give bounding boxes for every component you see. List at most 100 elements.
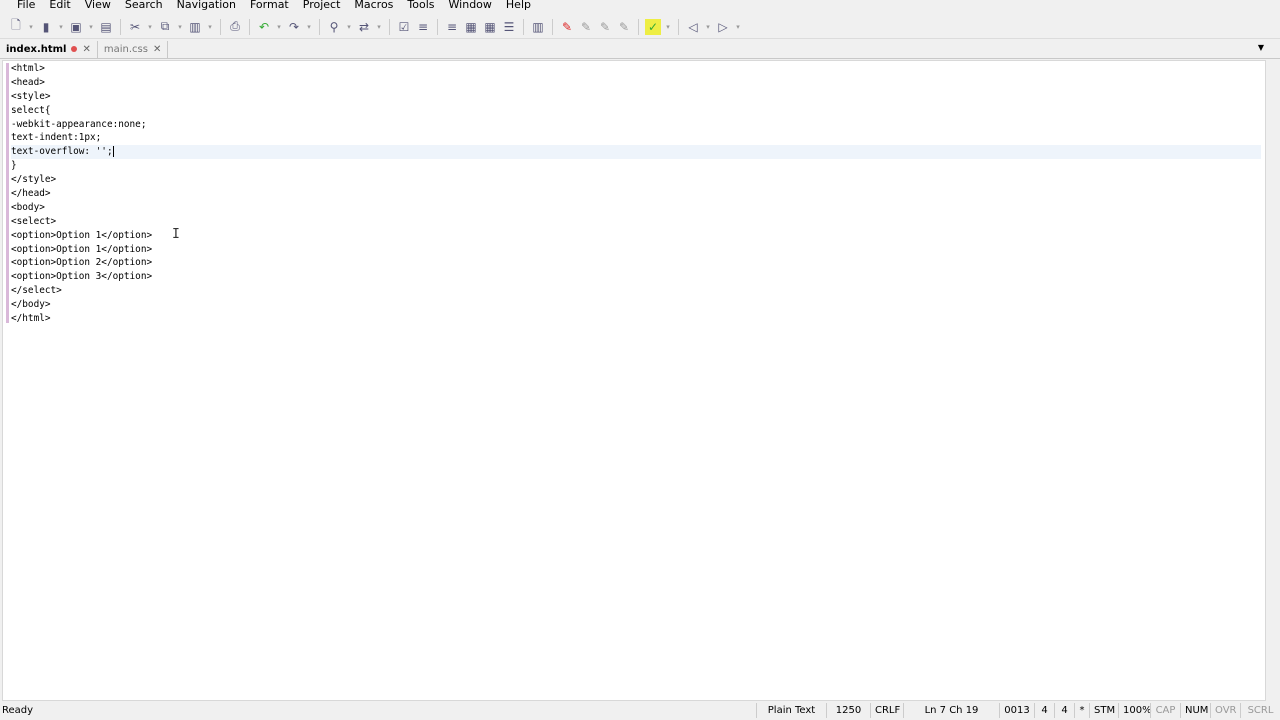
marker-icon[interactable]: ✎ (559, 19, 575, 35)
dropdown-arrow-icon[interactable]: ▾ (27, 23, 35, 31)
code-text: </style> (11, 174, 57, 186)
redo-icon[interactable]: ↷ (286, 19, 302, 35)
open-file-icon[interactable]: ▮ (38, 19, 54, 35)
vertical-scrollbar[interactable] (1266, 60, 1280, 701)
save-all-icon[interactable]: ▤ (98, 19, 114, 35)
highlight3-icon[interactable]: ✎ (616, 19, 632, 35)
find-icon[interactable]: ⚲ (326, 19, 342, 35)
code-line: <style> (11, 90, 1261, 104)
close-tab-icon[interactable]: ✕ (82, 44, 90, 55)
status-syntax[interactable]: Plain Text (756, 703, 826, 718)
tab-list-dropdown-icon[interactable]: ▼ (1258, 43, 1264, 52)
tab-main-css[interactable]: main.css ✕ (98, 40, 169, 58)
code-text: <option>Option 3</option> (11, 271, 153, 283)
block-indent-icon[interactable]: ▦ (463, 19, 479, 35)
status-eol[interactable]: CRLF (870, 703, 903, 718)
dropdown-arrow-icon[interactable]: ▾ (206, 23, 214, 31)
code-text: text-overflow: ''; (11, 146, 113, 158)
menu-navigation[interactable]: Navigation (177, 0, 236, 12)
menu-file[interactable]: File (17, 0, 35, 12)
tab-index-html[interactable]: index.html ✕ (0, 40, 98, 58)
code-text: <style> (11, 90, 51, 102)
paste-icon[interactable]: ▥ (187, 19, 203, 35)
text-caret (112, 146, 114, 158)
columns-icon[interactable]: ▥ (530, 19, 546, 35)
close-tab-icon[interactable]: ✕ (153, 44, 161, 55)
dropdown-arrow-icon[interactable]: ▾ (664, 23, 672, 31)
spellcheck-icon[interactable]: ✓ (645, 18, 661, 35)
code-text: <select> (11, 215, 57, 227)
word-wrap-icon[interactable]: ☑ (396, 19, 412, 35)
tab-bar: index.html ✕ main.css ✕ (0, 40, 1280, 59)
dropdown-arrow-icon[interactable]: ▾ (704, 23, 712, 31)
status-position[interactable]: Ln 7 Ch 19 (903, 703, 999, 718)
code-line: <body> (11, 201, 1261, 215)
code-text: <option>Option 2</option> (11, 257, 153, 269)
status-ovr: OVR (1210, 703, 1240, 718)
dropdown-arrow-icon[interactable]: ▾ (176, 23, 184, 31)
forward-icon[interactable]: ▷ (715, 19, 731, 35)
menu-search[interactable]: Search (125, 0, 163, 12)
undo-icon[interactable]: ↶ (256, 19, 272, 35)
code-text: <body> (11, 201, 45, 213)
highlight2-icon[interactable]: ✎ (597, 19, 613, 35)
toolbar-separator (120, 18, 121, 35)
code-lines: <html> <head> <style> select{-webkit-appear… (11, 62, 1261, 326)
code-text: text-indent:1px; (11, 132, 102, 144)
menu-view[interactable]: View (85, 0, 111, 12)
status-modified: * (1074, 703, 1089, 718)
format-icon[interactable]: ☰ (501, 19, 517, 35)
dropdown-arrow-icon[interactable]: ▾ (146, 23, 154, 31)
indent-icon[interactable]: ≡ (415, 19, 431, 35)
code-text: -webkit-appearance:none; (11, 118, 147, 130)
status-num: NUM (1180, 703, 1210, 718)
highlight-icon[interactable]: ✎ (578, 19, 594, 35)
dropdown-arrow-icon[interactable]: ▾ (57, 23, 65, 31)
status-cap: CAP (1150, 703, 1180, 718)
toolbar-separator (678, 18, 679, 35)
status-zoom[interactable]: 100% (1118, 703, 1152, 718)
copy-icon[interactable]: ⧉ (157, 19, 173, 35)
code-line: </select> (11, 284, 1261, 298)
code-line: text-overflow: ''; (11, 145, 1261, 160)
replace-icon[interactable]: ⇄ (356, 19, 372, 35)
tab-label: index.html (6, 43, 67, 55)
code-line: select{ (11, 104, 1261, 118)
code-line: <select> (11, 215, 1261, 229)
unindent-icon[interactable]: ≡ (444, 19, 460, 35)
toolbar-separator (249, 18, 250, 35)
save-icon[interactable]: ▣ (68, 19, 84, 35)
status-stm: STM (1089, 703, 1118, 718)
code-text: </head> (11, 188, 51, 200)
menu-help[interactable]: Help (506, 0, 531, 12)
dropdown-arrow-icon[interactable]: ▾ (87, 23, 95, 31)
menu-window[interactable]: Window (449, 0, 492, 12)
toolbar-separator (638, 18, 639, 35)
status-indent: 4 (1054, 703, 1074, 718)
toolbar: 🗋 ▾ ▮ ▾ ▣ ▾ ▤ ✂ ▾ ⧉ ▾ ▥ ▾ ⎙ ↶ ▾ ↷ ▾ ⚲ ▾ ⇄ ▾ ☑ ≡ ≡ ▦ ▦ ☰ ▥ ✎ ✎ ✎ ✎ ✓ ▾ ◁ ▾ ▷ ▾ (0, 15, 1280, 39)
print-icon[interactable]: ⎙ (227, 19, 243, 35)
status-tab: 4 (1034, 703, 1054, 718)
cut-icon[interactable]: ✂ (127, 19, 143, 35)
dropdown-arrow-icon[interactable]: ▾ (375, 23, 383, 31)
menu-format[interactable]: Format (250, 0, 289, 12)
code-text: select{ (11, 104, 51, 116)
tab-label: main.css (103, 43, 148, 55)
dropdown-arrow-icon[interactable]: ▾ (305, 23, 313, 31)
dropdown-arrow-icon[interactable]: ▾ (275, 23, 283, 31)
dropdown-arrow-icon[interactable]: ▾ (345, 23, 353, 31)
code-line: </head> (11, 187, 1261, 201)
code-editor[interactable]: <html> <head> <style> select{-webkit-appear… (2, 60, 1266, 701)
status-codepage[interactable]: 1250 (826, 703, 870, 718)
menu-tools[interactable]: Tools (407, 0, 434, 12)
new-file-icon[interactable]: 🗋 (8, 18, 24, 35)
status-ready: Ready (2, 705, 34, 716)
back-icon[interactable]: ◁ (685, 19, 701, 35)
menu-project[interactable]: Project (303, 0, 341, 12)
block-unindent-icon[interactable]: ▦ (482, 19, 498, 35)
change-bar (6, 63, 9, 323)
dropdown-arrow-icon[interactable]: ▾ (734, 23, 742, 31)
menu-edit[interactable]: Edit (49, 0, 70, 12)
status-char: 0013 (999, 703, 1034, 718)
menu-macros[interactable]: Macros (354, 0, 393, 12)
